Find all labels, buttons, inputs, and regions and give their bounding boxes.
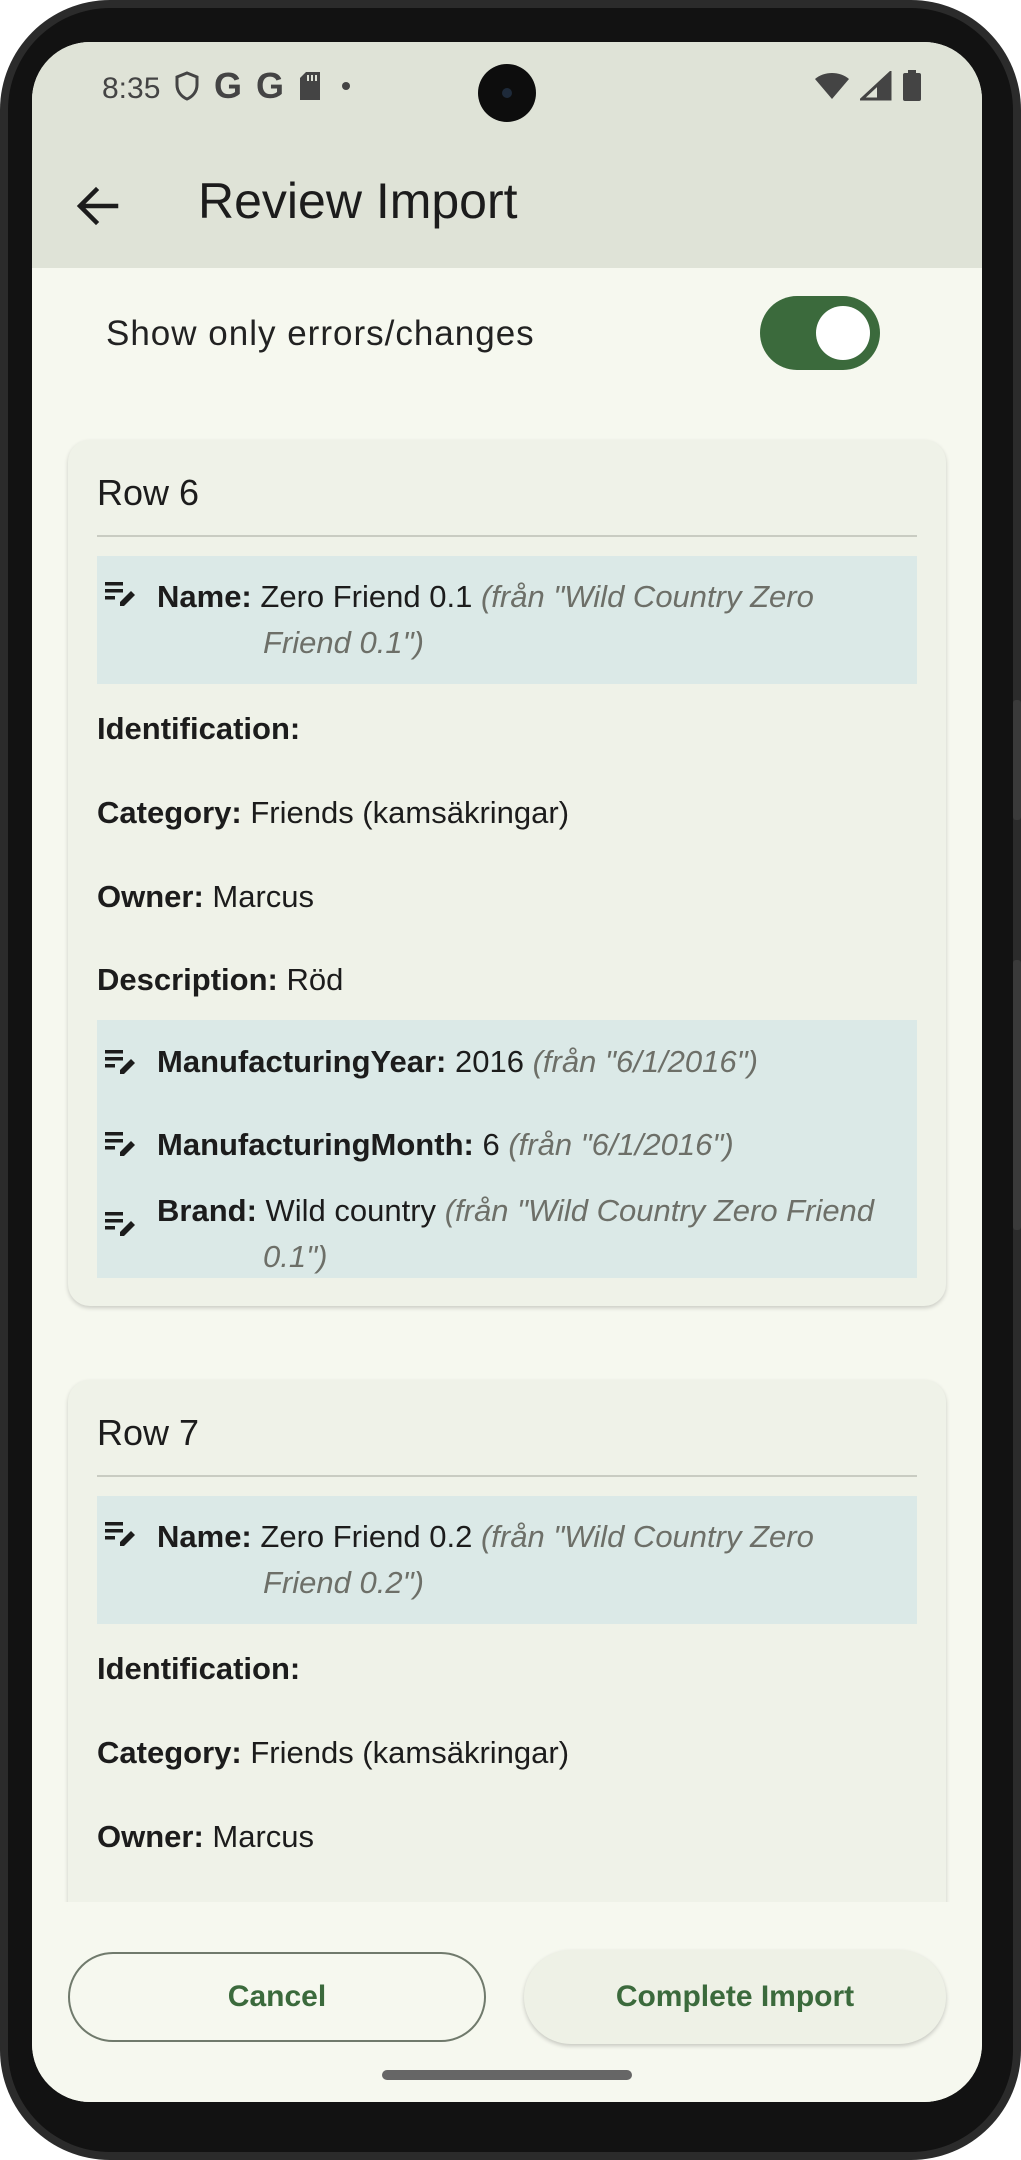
import-row-card: Row 7 Name: Zero Friend 0.2 (från "Wild … [68,1380,946,1902]
field-original: (från "Wild Country Zero [480,579,814,614]
field-label: Name: [157,1519,252,1554]
field-label: Description: [97,962,278,997]
field-original: (från "Wild Country Zero [480,1519,814,1554]
row-title: Row 7 [97,1412,200,1453]
field-name: Name: Zero Friend 0.2 (från "Wild Countr… [97,1496,917,1624]
app-bar: Review Import [32,142,982,268]
field-brand: Brand: Wild country (från "Wild Country … [97,1188,917,1278]
status-time: 8:35 [102,72,161,105]
field-identification: Identification: [97,1646,917,1692]
field-value: Wild country [265,1193,437,1228]
status-icons-left: G G [174,68,356,104]
back-button[interactable] [68,176,128,236]
front-camera [478,64,536,122]
edit-note-icon [105,1212,135,1236]
edit-note-icon [105,582,135,606]
field-value: 2016 [455,1044,524,1079]
device-frame: 8:35 G G Review Import Show only errors/… [0,0,1021,2160]
arrow-back-icon [76,186,119,226]
row-title: Row 6 [97,472,200,513]
field-original-cont: Friend 0.2") [263,1565,424,1600]
edit-note-icon [105,1522,135,1546]
google-icon: G [256,65,285,106]
status-bar: 8:35 G G [32,42,982,142]
field-name: Name: Zero Friend 0.1 (från "Wild Countr… [97,556,917,684]
field-manufacturing-month: ManufacturingMonth: 6 (från "6/1/2016") [97,1104,917,1188]
signal-icon [860,71,892,101]
field-owner: Owner: Marcus [97,1814,917,1860]
filter-label: Show only errors/changes [106,314,535,353]
field-owner: Owner: Marcus [97,874,917,920]
card-divider [97,535,917,537]
home-indicator[interactable] [382,2070,632,2080]
field-label: ManufacturingYear: [157,1044,447,1079]
cancel-button[interactable]: Cancel [68,1952,486,2042]
field-value: Marcus [212,879,315,914]
field-label: Name: [157,579,252,614]
field-category: Category: Friends (kamsäkringar) [97,790,917,836]
sd-card-icon [300,72,321,100]
field-label: Category: [97,1735,242,1770]
field-label: Owner: [97,1819,204,1854]
field-value: Friends (kamsäkringar) [250,1735,570,1770]
field-value: Zero Friend 0.2 [260,1519,473,1554]
field-label: Identification: [97,1651,301,1686]
field-value: Marcus [212,1819,315,1854]
wifi-icon [815,73,849,99]
field-label: Category: [97,795,242,830]
field-label: Brand: [157,1193,257,1228]
complete-import-button[interactable]: Complete Import [524,1950,946,2044]
filter-toggle-switch[interactable] [760,296,880,370]
field-value: Röd [286,962,344,997]
dot-icon [342,82,351,90]
edit-note-icon [105,1132,135,1156]
field-value: Friends (kamsäkringar) [250,795,570,830]
import-row-card: Row 6 Name: Zero Friend 0.1 (från "Wild … [68,440,946,1306]
card-divider [97,1475,917,1477]
battery-icon [903,70,921,101]
shield-icon [175,71,199,101]
field-label: ManufacturingMonth: [157,1127,474,1162]
field-label: Owner: [97,879,204,914]
page-title: Review Import [198,173,518,229]
status-icons-right [814,70,922,102]
field-manufacturing-year: ManufacturingYear: 2016 (från "6/1/2016"… [97,1020,917,1104]
field-original: (från "6/1/2016") [532,1044,758,1079]
edit-note-icon [105,1050,135,1074]
power-button [1013,700,1021,820]
field-value: 6 [482,1127,500,1162]
field-category: Category: Friends (kamsäkringar) [97,1730,917,1776]
field-original: (från "Wild Country Zero Friend [444,1193,875,1228]
field-original-cont: Friend 0.1") [263,625,424,660]
field-original-cont: 0.1") [263,1239,328,1274]
field-description: Description: Röd [97,957,917,1003]
field-label: Identification: [97,711,301,746]
field-identification: Identification: [97,706,917,752]
field-original: (från "6/1/2016") [508,1127,734,1162]
field-value: Zero Friend 0.1 [260,579,473,614]
import-review-list[interactable]: Row 6 Name: Zero Friend 0.1 (från "Wild … [32,398,982,1902]
toggle-knob [816,306,870,360]
volume-button [1013,960,1021,1230]
google-icon: G [214,65,243,106]
